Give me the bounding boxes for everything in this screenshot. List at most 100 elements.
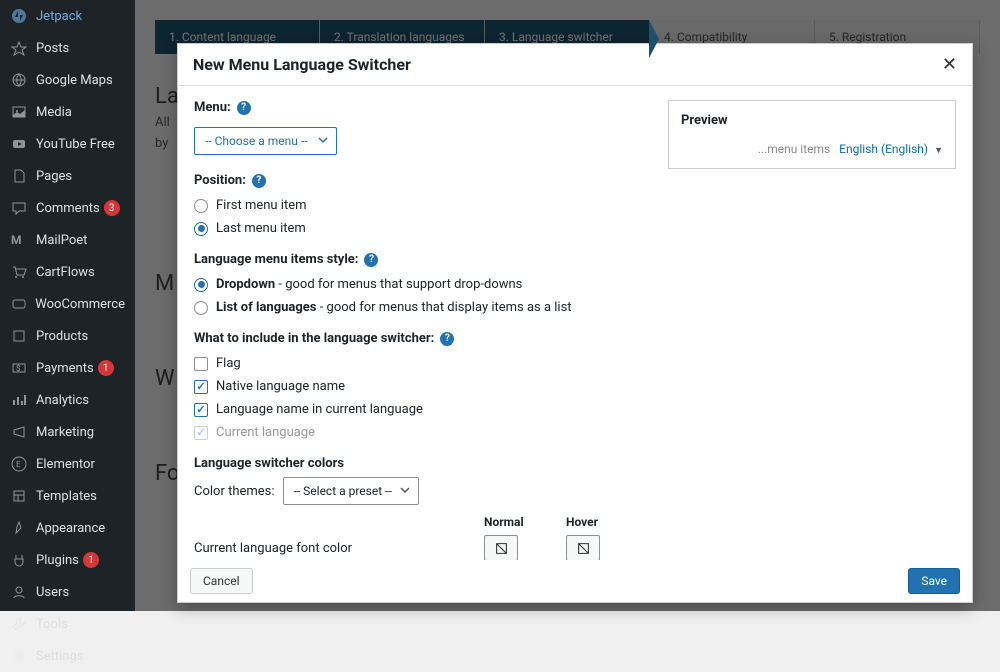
position-last-radio[interactable]: Last menu item [194, 217, 648, 240]
sidebar-item-woocommerce[interactable]: WooCommerce [0, 288, 135, 320]
page-icon [10, 167, 28, 185]
woo-icon [10, 295, 27, 313]
sidebar-item-label: Users [36, 585, 69, 600]
help-icon[interactable]: ? [237, 101, 251, 115]
col-header-hover: Hover [566, 515, 648, 529]
mail-icon: M [10, 231, 28, 249]
preview-language-dropdown[interactable]: English (English) [839, 142, 931, 156]
radio-label: List of languages - good for menus that … [216, 300, 572, 315]
media-icon [10, 103, 28, 121]
sidebar-item-label: MailPoet [36, 233, 87, 248]
sidebar-item-jetpack[interactable]: Jetpack [0, 0, 135, 32]
preview-title: Preview [681, 113, 943, 128]
sidebar-item-media[interactable]: Media [0, 96, 135, 128]
save-button[interactable]: Save [908, 568, 960, 594]
checkbox-label: Native language name [216, 379, 345, 394]
sidebar-item-pages[interactable]: Pages [0, 160, 135, 192]
radio-icon [194, 301, 208, 315]
checkbox-label: Language name in current language [216, 402, 423, 417]
style-list-radio[interactable]: List of languages - good for menus that … [194, 296, 648, 319]
svg-text:M: M [11, 233, 22, 247]
sidebar-item-plugins[interactable]: Plugins1 [0, 544, 135, 576]
sidebar-item-youtube-free[interactable]: YouTube Free [0, 128, 135, 160]
sidebar-item-templates[interactable]: Templates [0, 480, 135, 512]
sidebar-item-label: Comments [36, 201, 100, 216]
style-label: Language menu items style: [194, 252, 358, 267]
notification-badge: 3 [104, 200, 120, 216]
appearance-icon [10, 519, 28, 537]
sidebar-item-label: Analytics [36, 393, 89, 408]
preview-placeholder: ...menu items [758, 142, 831, 156]
include-native-checkbox[interactable]: Native language name [194, 375, 648, 398]
notification-badge: 1 [83, 552, 99, 568]
cancel-button[interactable]: Cancel [190, 568, 253, 594]
elementor-icon: E [10, 455, 28, 473]
modal-title: New Menu Language Switcher [193, 55, 411, 74]
sidebar-item-tools[interactable]: Tools [0, 608, 135, 640]
youtube-icon [10, 135, 28, 153]
include-flag-checkbox[interactable]: Flag [194, 352, 648, 375]
close-icon[interactable]: ✕ [942, 54, 957, 75]
language-switcher-modal: New Menu Language Switcher ✕ Menu: ? -- … [177, 43, 973, 603]
radio-label: First menu item [216, 198, 307, 213]
chevron-down-icon [400, 484, 410, 498]
sidebar-item-marketing[interactable]: Marketing [0, 416, 135, 448]
cart-icon [10, 263, 28, 281]
radio-icon [194, 278, 208, 292]
include-current-lang-checkbox[interactable]: Current language [194, 421, 648, 444]
checkbox-label: Current language [216, 425, 315, 440]
sidebar-item-label: Settings [36, 649, 83, 664]
position-label: Position: [194, 173, 246, 188]
sidebar-item-elementor[interactable]: EElementor [0, 448, 135, 480]
sidebar-item-google-maps[interactable]: Google Maps [0, 64, 135, 96]
svg-text:$: $ [16, 364, 21, 373]
sidebar-item-posts[interactable]: Posts [0, 32, 135, 64]
sidebar-item-label: CartFlows [36, 265, 95, 280]
checkbox-icon [194, 426, 208, 440]
pin-icon [10, 39, 28, 57]
sidebar-item-label: Appearance [36, 521, 105, 536]
font-color-hover-swatch[interactable] [566, 535, 600, 560]
sidebar-item-users[interactable]: Users [0, 576, 135, 608]
product-icon [10, 327, 28, 345]
sidebar-item-cartflows[interactable]: CartFlows [0, 256, 135, 288]
svg-text:E: E [16, 460, 21, 469]
sidebar-item-analytics[interactable]: Analytics [0, 384, 135, 416]
font-color-normal-swatch[interactable] [484, 535, 518, 560]
color-themes-select[interactable]: -- Select a preset -- [283, 477, 419, 505]
sidebar-item-products[interactable]: Products [0, 320, 135, 352]
sidebar-item-label: Payments [36, 361, 94, 376]
sidebar-item-comments[interactable]: Comments 3 [0, 192, 135, 224]
colors-label: Language switcher colors [194, 456, 344, 471]
sidebar-item-payments[interactable]: $ Payments 1 [0, 352, 135, 384]
checkbox-icon [194, 403, 208, 417]
sidebar-item-appearance[interactable]: Appearance [0, 512, 135, 544]
include-current-name-checkbox[interactable]: Language name in current language [194, 398, 648, 421]
sidebar-item-mailpoet[interactable]: M MailPoet [0, 224, 135, 256]
sidebar-item-label: Products [36, 329, 88, 344]
settings-icon [10, 647, 28, 665]
sidebar-item-label: Google Maps [36, 73, 113, 88]
sidebar-item-label: Jetpack [36, 9, 82, 24]
comment-icon [10, 199, 28, 217]
sidebar-item-settings[interactable]: Settings [0, 640, 135, 672]
radio-icon [194, 222, 208, 236]
col-header-normal: Normal [484, 515, 566, 529]
notification-badge: 1 [98, 360, 114, 376]
checkbox-label: Flag [216, 356, 241, 371]
help-icon[interactable]: ? [252, 174, 266, 188]
radio-label: Last menu item [216, 221, 306, 236]
admin-sidebar: Jetpack Posts Google Maps MediaYouTube Free… [0, 0, 135, 611]
row-font-label: Current language font color [194, 541, 484, 556]
style-dropdown-radio[interactable]: Dropdown - good for menus that support d… [194, 273, 648, 296]
users-icon [10, 583, 28, 601]
help-icon[interactable]: ? [440, 332, 454, 346]
preview-box: Preview ...menu items English (English) … [668, 100, 956, 169]
payment-icon: $ [10, 359, 28, 377]
help-icon[interactable]: ? [364, 253, 378, 267]
tools-icon [10, 615, 28, 633]
include-label: What to include in the language switcher… [194, 331, 434, 346]
position-first-radio[interactable]: First menu item [194, 194, 648, 217]
templates-icon [10, 487, 28, 505]
menu-select[interactable]: -- Choose a menu -- [194, 127, 337, 155]
